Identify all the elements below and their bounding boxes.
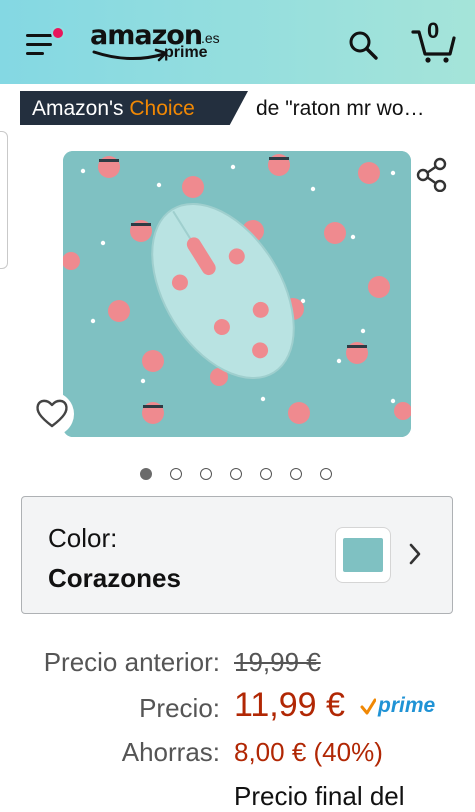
top-navigation-bar: amazon .es prime 0 (0, 0, 475, 84)
savings-value: 8,00 € (40%) (234, 737, 383, 767)
menu-bar-line (26, 43, 52, 46)
carousel-dot-active[interactable] (140, 468, 152, 480)
carousel-dot[interactable] (260, 468, 272, 480)
prime-check-icon (360, 697, 377, 717)
prime-badge: prime (378, 694, 436, 717)
menu-bar-line (26, 34, 52, 37)
variation-value: Corazones (48, 563, 181, 593)
badge-highlight: Choice (129, 97, 195, 120)
product-illustration (63, 151, 411, 437)
price-label: Precio: (139, 693, 220, 723)
carousel-dot[interactable] (170, 468, 182, 480)
thumbnail-image (343, 538, 383, 572)
share-icon[interactable] (414, 156, 450, 193)
carousel-dot[interactable] (320, 468, 332, 480)
amazons-choice-badge[interactable]: Amazon's Choice (20, 91, 248, 125)
cart-count: 0 (427, 18, 440, 43)
badge-text: Amazon's Choice (32, 97, 195, 121)
hamburger-menu-icon[interactable] (26, 26, 65, 60)
notification-dot (51, 26, 65, 40)
variation-label: Color: (48, 523, 118, 553)
side-panel-edge[interactable] (0, 131, 8, 269)
badge-prefix: Amazon's (32, 97, 124, 120)
chevron-right-icon (407, 541, 423, 567)
search-icon[interactable] (346, 28, 380, 62)
old-price-value: 19,99 € (234, 647, 321, 677)
badge-search-query[interactable]: de "raton mr wo… (256, 97, 466, 121)
cart-icon[interactable]: 0 (410, 18, 458, 64)
carousel-dot[interactable] (200, 468, 212, 480)
product-image[interactable] (63, 151, 411, 437)
amazon-prime-logo[interactable]: amazon .es prime (90, 20, 230, 70)
color-variation-selector[interactable]: Color: Corazones (21, 496, 453, 614)
smile-arrow-icon (92, 48, 168, 62)
variation-thumbnail (335, 527, 391, 583)
old-price-label: Precio anterior: (43, 647, 220, 677)
carousel-dot[interactable] (290, 468, 302, 480)
final-price-label: Precio final del (234, 781, 405, 811)
heart-icon[interactable] (30, 392, 74, 436)
price-value: 11,99 € (234, 686, 345, 724)
savings-label: Ahorras: (121, 737, 220, 767)
menu-bar-line (26, 52, 44, 55)
logo-prime: prime (164, 44, 208, 61)
carousel-dot[interactable] (230, 468, 242, 480)
